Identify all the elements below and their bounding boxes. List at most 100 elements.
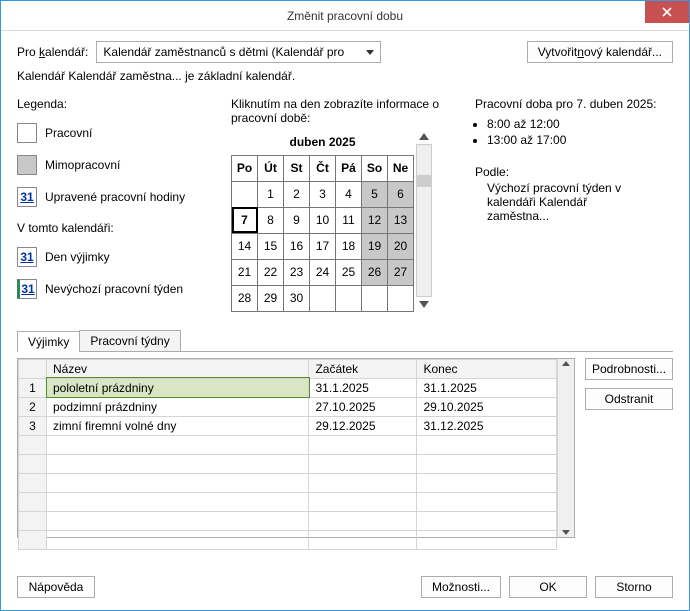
cell-start[interactable]: 27.10.2025 [309,397,417,416]
new-calendar-button[interactable]: Vytvořit nový kalendář... [527,41,673,63]
calendar-grid[interactable]: duben 2025 PoÚtStČtPáSoNe 12345678910111… [231,129,414,312]
calendar-cell[interactable]: 3 [310,181,336,207]
details-button[interactable]: Podrobnosti... [585,358,673,380]
table-row-empty[interactable] [19,511,557,530]
col-end[interactable]: Konec [417,359,557,378]
ok-button[interactable]: OK [509,576,587,598]
tab-body: Název Začátek Konec 1pololetní prázdniny… [17,352,673,538]
legend-nondefault-week: 31 Nevýchozí pracovní týden [17,273,217,305]
titlebar: Změnit pracovní dobu [1,1,689,31]
help-button[interactable]: Nápověda [17,576,95,598]
table-row[interactable]: 1pololetní prázdniny31.1.202531.1.2025 [19,378,557,397]
middle-section: Legenda: Pracovní Mimopracovní 31 Uprave… [17,97,673,312]
calendar-cell[interactable]: 28 [232,285,258,311]
cancel-button[interactable]: Storno [595,576,673,598]
calendar-down-arrow[interactable] [419,301,429,308]
info-column: Pracovní doba pro 7. duben 2025: 8:00 až… [475,97,673,312]
legend-column: Legenda: Pracovní Mimopracovní 31 Uprave… [17,97,217,312]
calendar-cell[interactable]: 21 [232,259,258,285]
tab-area: Výjimky Pracovní týdny Název Začátek Kon… [17,330,673,538]
in-this-calendar-header: V tomto kalendáři: [17,221,217,235]
calendar-up-arrow[interactable] [419,133,429,140]
calendar-cell[interactable]: 11 [336,207,362,233]
calendar-cell [362,285,388,311]
cell-end[interactable]: 29.10.2025 [417,397,557,416]
grid-scrollbar[interactable] [557,359,574,537]
calendar-cell[interactable]: 2 [284,181,310,207]
dialog-content: Pro kalendář: Kalendář zaměstnanců s dět… [1,31,689,564]
table-row-empty[interactable] [19,473,557,492]
scrollbar-thumb[interactable] [417,175,431,187]
grid-scroll-down[interactable] [562,530,570,535]
calendar-cell[interactable]: 13 [388,207,414,233]
cell-name[interactable]: pololetní prázdniny [47,378,309,397]
dialog-footer: Nápověda Možnosti... OK Storno [1,564,689,610]
calendar-cell[interactable]: 9 [284,207,310,233]
cell-end[interactable]: 31.1.2025 [417,378,557,397]
calendar-cell[interactable]: 26 [362,259,388,285]
calendar-cell[interactable]: 27 [388,259,414,285]
row-number: 3 [19,416,47,435]
calendar-cell[interactable]: 15 [258,233,284,259]
table-row[interactable]: 3zimní firemní volné dny29.12.202531.12.… [19,416,557,435]
dialog-window: Změnit pracovní dobu Pro kalendář: Kalen… [0,0,690,611]
calendar-cell[interactable]: 12 [362,207,388,233]
table-row-empty[interactable] [19,435,557,454]
calendar-cell[interactable]: 22 [258,259,284,285]
tab-work-weeks[interactable]: Pracovní týdny [79,330,180,351]
day-header: St [284,155,310,181]
calendar-cell[interactable]: 24 [310,259,336,285]
exceptions-grid-wrap: Název Začátek Konec 1pololetní prázdniny… [17,358,575,538]
close-icon [662,7,672,17]
cell-start[interactable]: 31.1.2025 [309,378,417,397]
calendar-cell[interactable]: 6 [388,181,414,207]
calendar-cell[interactable]: 5 [362,181,388,207]
calendar-cell [232,181,258,207]
col-start[interactable]: Začátek [309,359,417,378]
col-name[interactable]: Název [47,359,309,378]
cell-start[interactable]: 29.12.2025 [309,416,417,435]
calendar-cell[interactable]: 23 [284,259,310,285]
calendar-cell[interactable]: 18 [336,233,362,259]
row-number: 1 [19,378,47,397]
calendar-cell[interactable]: 10 [310,207,336,233]
swatch-nondefault: 31 [17,279,37,299]
calendar-cell[interactable]: 29 [258,285,284,311]
tab-strip: Výjimky Pracovní týdny [17,330,673,352]
calendar-cell[interactable]: 1 [258,181,284,207]
close-button[interactable] [645,1,689,23]
based-on-label: Podle: [475,165,673,179]
table-row-empty[interactable] [19,530,557,549]
calendar-cell[interactable]: 16 [284,233,310,259]
options-button[interactable]: Možnosti... [421,576,501,598]
calendar-combo[interactable]: Kalendář zaměstnanců s dětmi (Kalendář p… [96,41,381,63]
swatch-working [17,123,37,143]
calendar-cell[interactable]: 17 [310,233,336,259]
grid-side-buttons: Podrobnosti... Odstranit [585,358,673,538]
grid-scroll-up[interactable] [562,361,570,366]
table-row-empty[interactable] [19,454,557,473]
calendar-scrollbar[interactable] [416,144,432,297]
exceptions-grid[interactable]: Název Začátek Konec 1pololetní prázdniny… [18,359,557,550]
calendar-selector-row: Pro kalendář: Kalendář zaměstnanců s dět… [17,41,673,63]
calendar-cell[interactable]: 4 [336,181,362,207]
table-row[interactable]: 2podzimní prázdniny27.10.202529.10.2025 [19,397,557,416]
calendar-cell[interactable]: 30 [284,285,310,311]
calendar-cell[interactable]: 8 [258,207,284,233]
calendar-cell[interactable]: 20 [388,233,414,259]
calendar-cell[interactable]: 19 [362,233,388,259]
day-header: So [362,155,388,181]
cell-name[interactable]: zimní firemní volné dny [47,416,309,435]
remove-button[interactable]: Odstranit [585,388,673,410]
calendar-cell[interactable]: 14 [232,233,258,259]
swatch-edited: 31 [17,187,37,207]
day-header: Ne [388,155,414,181]
cell-name[interactable]: podzimní prázdniny [47,397,309,416]
cell-end[interactable]: 31.12.2025 [417,416,557,435]
tab-exceptions[interactable]: Výjimky [17,331,80,352]
day-header: Po [232,155,258,181]
based-on-detail: Výchozí pracovní týden v kalendáři Kalen… [487,181,673,223]
table-row-empty[interactable] [19,492,557,511]
calendar-cell[interactable]: 7 [232,207,258,233]
calendar-cell[interactable]: 25 [336,259,362,285]
